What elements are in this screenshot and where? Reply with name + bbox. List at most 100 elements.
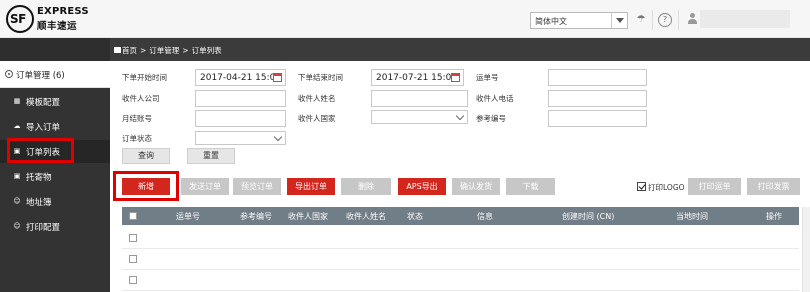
aps-export-button[interactable]: APS导出 (398, 178, 446, 195)
logo-name-en: EXPRESS (37, 6, 89, 17)
end-time-field[interactable]: 2017-07-21 15:07 (371, 69, 464, 86)
row-checkbox[interactable] (129, 276, 137, 284)
calendar-icon[interactable] (451, 73, 460, 82)
monthly-account-input[interactable] (195, 110, 286, 127)
circle-dot-icon (5, 70, 13, 78)
sidebar-item-template-config[interactable]: ▦ 模板配置 (0, 90, 110, 113)
delete-button[interactable]: 删除 (341, 178, 391, 195)
home-icon (114, 47, 121, 53)
logo-text: EXPRESS 顺丰速运 (37, 6, 93, 32)
waybill-label: 运单号 (476, 73, 499, 82)
order-list-highlight-box (7, 138, 74, 163)
cloud-icon: ☁ (13, 122, 21, 130)
calendar-icon[interactable] (273, 73, 282, 82)
print-invoice-button[interactable]: 打印发票 (747, 178, 800, 195)
sidebar-group-label: 订单管理 (6) (16, 71, 65, 81)
column-header-actions: 操作 (766, 212, 782, 221)
reference-input[interactable] (548, 110, 647, 127)
column-header-local-time[interactable]: 当地时间 (676, 211, 708, 222)
end-time-label: 下单结束时间 (298, 73, 343, 82)
user-icon: ☺ (13, 197, 21, 205)
end-time-value: 2017-07-21 15:07 (376, 73, 458, 83)
order-status-select[interactable] (195, 131, 286, 145)
select-all-checkbox[interactable] (129, 212, 137, 220)
sidebar-item-label: 打印配置 (26, 223, 61, 233)
print-waybill-button[interactable]: 打印运单 (688, 178, 741, 195)
start-time-label: 下单开始时间 (122, 73, 167, 82)
print-logo-label: 打印LOGO (648, 183, 685, 192)
vertical-scrollbar[interactable] (802, 207, 810, 292)
column-header-created-time[interactable]: 创建时间 (CN) (562, 211, 614, 222)
start-time-value: 2017-04-21 15:07 (200, 73, 282, 83)
sf-express-logo[interactable]: SF EXPRESS 顺丰速运 (6, 5, 90, 33)
query-button[interactable]: 查询 (122, 148, 170, 164)
preview-order-button[interactable]: 预览订单 (233, 178, 281, 195)
top-header: SF EXPRESS 顺丰速运 简体中文 ☂ ? (0, 0, 810, 38)
sf-logo-mark: SF (6, 5, 34, 33)
column-header-waybill[interactable]: 运单号 (176, 211, 200, 222)
new-button-highlight-box (113, 171, 179, 201)
breadcrumb-separator: > (182, 46, 189, 55)
header-divider (678, 10, 679, 30)
sidebar-item-label: 地址簿 (26, 198, 52, 208)
sidebar-item-label: 导入订单 (26, 123, 61, 133)
logo-name-cn: 顺丰速运 (37, 21, 78, 32)
row-checkbox[interactable] (129, 255, 137, 263)
table-row[interactable] (122, 249, 799, 270)
recipient-country-select[interactable] (371, 110, 468, 124)
recipient-country-label: 收件人国家 (298, 114, 336, 123)
sidebar-group-order-management[interactable]: 订单管理 (6) (0, 61, 110, 88)
breadcrumb-section[interactable]: 订单管理 (149, 46, 179, 55)
grid-icon: ▦ (13, 97, 21, 105)
chevron-down-icon (273, 132, 283, 142)
sidebar-item-consignment[interactable]: ▣ 托寄物 (0, 165, 110, 188)
user-account-area[interactable] (700, 10, 790, 28)
recipient-company-label: 收件人公司 (122, 94, 160, 103)
language-select[interactable]: 简体中文 (530, 12, 628, 29)
breadcrumb-page: 订单列表 (191, 46, 222, 55)
language-value: 简体中文 (535, 17, 567, 26)
sidebar-item-import-orders[interactable]: ☁ 导入订单 (0, 115, 110, 138)
send-order-button[interactable]: 发送订单 (181, 178, 229, 195)
chevron-down-icon (455, 111, 465, 121)
breadcrumb-home[interactable]: 首页 (122, 46, 137, 55)
help-icon[interactable]: ? (658, 13, 672, 27)
breadcrumb-separator: > (140, 46, 147, 55)
user-icon: ☺ (13, 222, 21, 230)
row-checkbox[interactable] (129, 234, 137, 242)
print-logo-checkbox[interactable] (637, 182, 646, 191)
reset-button[interactable]: 重置 (187, 148, 235, 164)
table-row[interactable] (122, 270, 799, 291)
column-header-info[interactable]: 信息 (477, 211, 493, 222)
recipient-company-input[interactable] (195, 90, 286, 107)
sidebar: 订单管理 (6) ▦ 模板配置 ☁ 导入订单 ▣ 订单列表 ▣ 托寄物 ☺ 地址… (0, 61, 110, 292)
logo-mark-text: SF (10, 12, 26, 26)
order-table-header: 运单号 参考编号 收件人国家 收件人姓名 状态 信息 创建时间 (CN) 当地时… (122, 207, 799, 225)
recipient-phone-label: 收件人电话 (476, 94, 514, 103)
sidebar-item-print-config[interactable]: ☺ 打印配置 (0, 215, 110, 238)
confirm-ship-button[interactable]: 确认发货 (452, 178, 500, 195)
breadcrumb-bar: 首页 > 订单管理 > 订单列表 (0, 38, 810, 61)
column-header-country[interactable]: 收件人国家 (288, 211, 328, 222)
breadcrumb: 首页 > 订单管理 > 订单列表 (114, 45, 222, 56)
reference-label: 参考编号 (476, 114, 506, 123)
column-header-status[interactable]: 状态 (407, 211, 423, 222)
cart-icon: ▣ (13, 172, 21, 180)
user-icon[interactable] (687, 13, 697, 25)
recipient-name-label: 收件人姓名 (298, 94, 336, 103)
recipient-phone-input[interactable] (548, 90, 647, 107)
column-header-reference[interactable]: 参考编号 (240, 211, 272, 222)
column-header-recipient-name[interactable]: 收件人姓名 (346, 211, 386, 222)
sidebar-item-label: 托寄物 (26, 173, 52, 183)
recipient-name-input[interactable] (371, 90, 468, 107)
start-time-field[interactable]: 2017-04-21 15:07 (195, 69, 286, 86)
chevron-down-icon (611, 13, 627, 28)
monthly-account-label: 月结账号 (122, 114, 152, 123)
sidebar-item-address-book[interactable]: ☺ 地址簿 (0, 190, 110, 213)
waybill-input[interactable] (548, 69, 647, 86)
export-order-button[interactable]: 导出订单 (287, 178, 335, 195)
notification-icon[interactable]: ☂ (634, 13, 648, 27)
table-row[interactable] (122, 228, 799, 249)
download-button[interactable]: 下载 (506, 178, 555, 195)
sidebar-item-label: 模板配置 (26, 98, 61, 108)
